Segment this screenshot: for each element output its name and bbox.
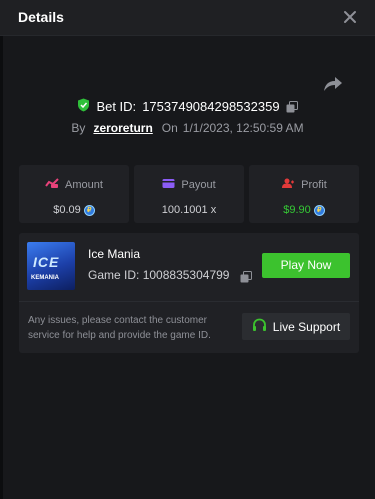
bet-id-line: Bet ID: 1753749084298532359: [0, 98, 375, 115]
user-profit-icon: [281, 178, 295, 192]
by-label: By: [71, 121, 86, 135]
game-id: Game ID: 1008835304799: [88, 268, 229, 282]
page-title: Details: [18, 9, 64, 25]
support-note: Any issues, please contact the customer …: [28, 315, 211, 341]
stat-label: Payout: [181, 179, 216, 191]
coin-icon: ₽: [83, 204, 95, 216]
copy-icon[interactable]: [286, 100, 298, 113]
user-link[interactable]: zeroreturn: [93, 121, 152, 135]
copy-icon[interactable]: [240, 270, 252, 283]
game-id-label: Game ID:: [88, 268, 140, 282]
byline: By zeroreturn On 1/1/2023, 12:50:59 AM: [0, 121, 375, 135]
money-icon: [45, 178, 59, 192]
thumbnail-title: ICE: [33, 254, 60, 270]
stat-value: $9.90: [283, 204, 311, 216]
coin-icon: ₽: [313, 204, 325, 216]
on-label: On: [161, 121, 178, 135]
bet-id-value: 1753749084298532359: [142, 99, 280, 114]
stat-profit: Profit $9.90 ₽: [249, 165, 359, 223]
stat-value: $0.09: [53, 204, 81, 216]
bet-datetime: 1/1/2023, 12:50:59 AM: [182, 121, 304, 135]
game-thumbnail[interactable]: ICE KEMANIA: [27, 242, 75, 290]
game-name: Ice Mania: [88, 247, 141, 261]
stat-label: Profit: [301, 179, 327, 191]
divider: [19, 301, 359, 302]
wallet-icon: [162, 178, 175, 192]
stat-payout: Payout 100.1001 x: [134, 165, 244, 223]
headset-icon: [252, 318, 267, 335]
share-icon[interactable]: [323, 75, 343, 93]
play-now-button[interactable]: Play Now: [262, 253, 350, 278]
stat-value: 100.1001 x: [161, 204, 217, 216]
live-support-label: Live Support: [272, 319, 341, 334]
close-icon[interactable]: [341, 8, 359, 26]
stat-label: Amount: [65, 179, 103, 191]
stat-amount: Amount $0.09 ₽: [19, 165, 129, 223]
game-card: ICE KEMANIA Ice Mania Game ID: 100883530…: [19, 233, 359, 353]
left-edge: [0, 0, 3, 499]
game-id-value: 1008835304799: [142, 268, 230, 282]
header: Details: [0, 0, 375, 36]
thumbnail-subtitle: KEMANIA: [31, 275, 59, 281]
stats-row: Amount $0.09 ₽ Payout 100.1001 x Profit …: [19, 165, 359, 223]
bet-id-label: Bet ID:: [96, 99, 137, 114]
verified-shield-icon: [77, 98, 90, 115]
live-support-button[interactable]: Live Support: [242, 313, 350, 340]
